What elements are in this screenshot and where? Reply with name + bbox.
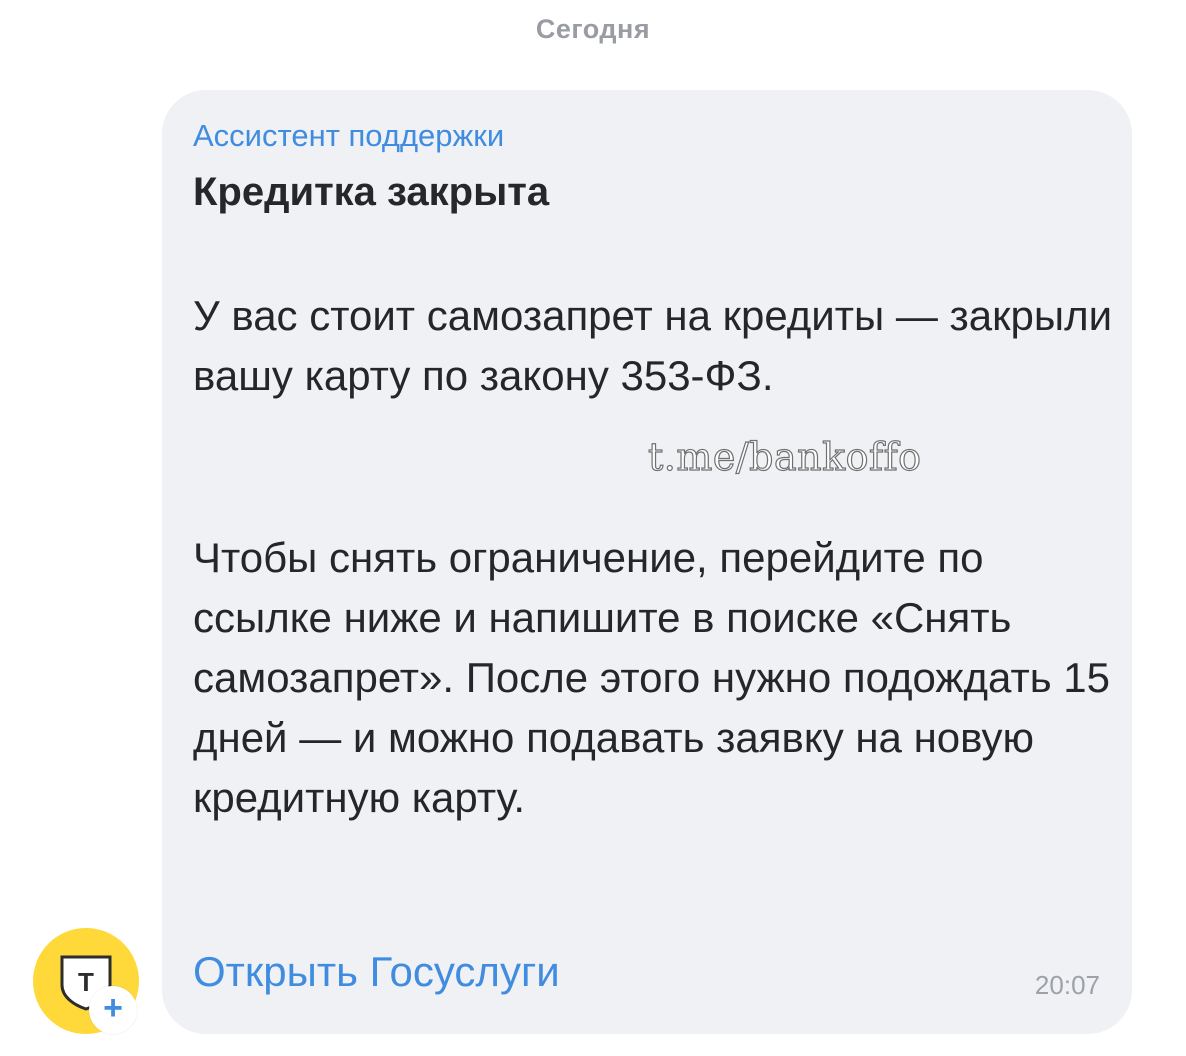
message-paragraph: Чтобы снять ограничение, перейдите по сс… [193, 534, 1110, 821]
date-separator: Сегодня [535, 14, 651, 44]
message-title: Кредитка закрыта [193, 170, 550, 214]
avatar[interactable]: Т + [33, 928, 139, 1034]
add-icon[interactable]: + [89, 986, 137, 1034]
message-paragraph: У вас стоит самозапрет на кредиты — закр… [193, 292, 1113, 399]
watermark: t.me/bankoffo [647, 434, 922, 479]
message-timestamp: 20:07 [1034, 970, 1100, 1000]
sender-name: Ассистент поддержки [193, 118, 505, 153]
message-bubble: Ассистент поддержки Кредитка закрыта У в… [162, 90, 1132, 1034]
add-badge-label: + [103, 989, 123, 1027]
open-gosuslugi-link[interactable]: Открыть Госуслуги [193, 948, 560, 996]
